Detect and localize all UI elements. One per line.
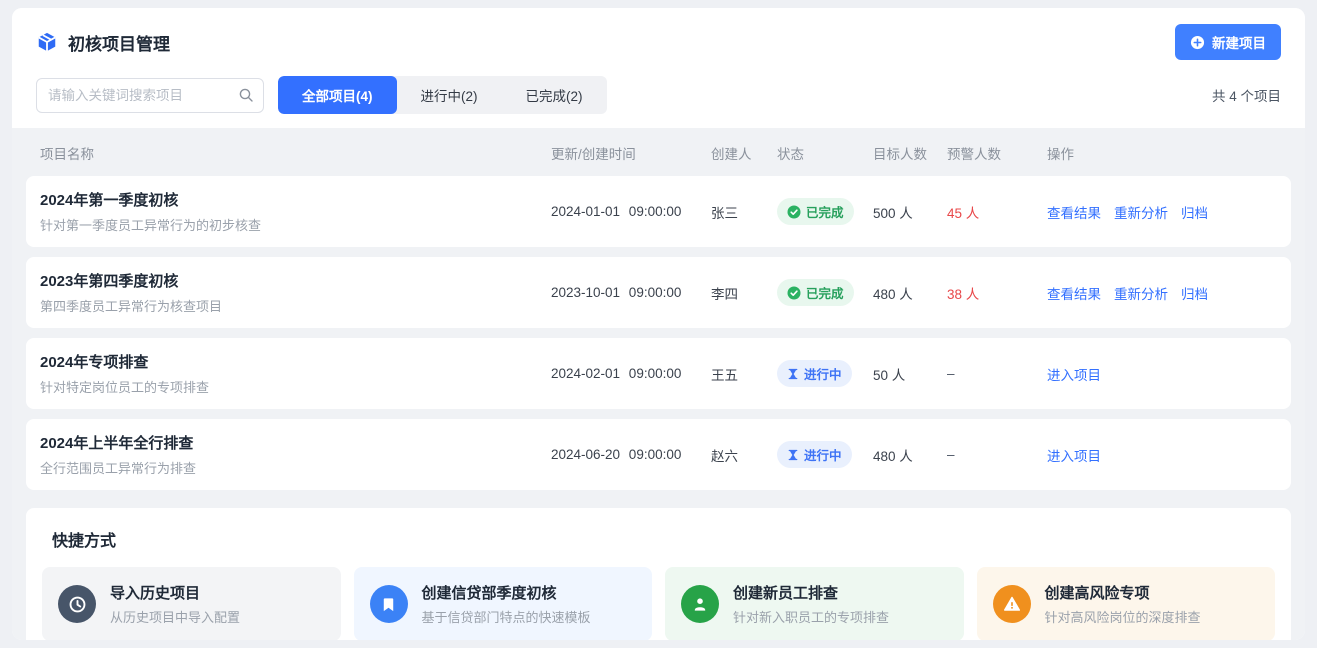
hourglass-icon [787, 449, 799, 461]
shortcut-high-risk-special[interactable]: 创建高风险专项 针对高风险岗位的深度排查 [977, 567, 1276, 640]
col-header-status: 状态 [777, 143, 873, 163]
tab-all-projects[interactable]: 全部项目(4) [278, 76, 397, 114]
project-creator: 王五 [711, 364, 777, 384]
enter-project-link[interactable]: 进入项目 [1047, 364, 1101, 384]
col-header-creator: 创建人 [711, 143, 777, 163]
project-time: 2024-06-20 09:00:00 [551, 447, 711, 462]
view-results-link[interactable]: 查看结果 [1047, 202, 1101, 222]
status-badge: 进行中 [777, 441, 852, 468]
search-box [36, 78, 264, 113]
total-project-count: 共 4 个项目 [1212, 85, 1281, 105]
shortcut-import-history[interactable]: 导入历史项目 从历史项目中导入配置 [42, 567, 341, 640]
project-creator: 张三 [711, 202, 777, 222]
target-count: 50 人 [873, 364, 947, 384]
table-header-row: 项目名称 更新/创建时间 创建人 状态 目标人数 预警人数 操作 [26, 128, 1291, 176]
shortcut-title: 创建新员工排查 [733, 582, 889, 603]
shortcuts-panel: 快捷方式 导入历史项目 从历史项目中导入配置 [26, 508, 1291, 640]
table-row: 2023年第四季度初核 第四季度员工异常行为核查项目 2023-10-01 09… [26, 257, 1291, 328]
warning-count: 45 人 [947, 202, 1047, 222]
search-input[interactable] [36, 78, 264, 113]
warning-icon [993, 585, 1031, 623]
project-name: 2023年第四季度初核 [40, 270, 551, 291]
plus-circle-icon [1190, 35, 1205, 50]
enter-project-link[interactable]: 进入项目 [1047, 445, 1101, 465]
col-header-time: 更新/创建时间 [551, 143, 711, 163]
warning-count: – [947, 447, 1047, 462]
project-desc: 全行范围员工异常行为排查 [40, 458, 551, 477]
shortcut-title: 创建高风险专项 [1045, 582, 1201, 603]
col-header-name: 项目名称 [40, 143, 551, 163]
status-badge: 已完成 [777, 198, 854, 225]
archive-link[interactable]: 归档 [1181, 283, 1208, 303]
col-header-target: 目标人数 [873, 143, 947, 163]
check-circle-icon [787, 205, 801, 219]
shortcut-desc: 针对新入职员工的专项排查 [733, 607, 889, 626]
col-header-actions: 操作 [1047, 143, 1277, 163]
reanalyze-link[interactable]: 重新分析 [1114, 283, 1168, 303]
main-panel: 初核项目管理 新建项目 全部项目(4) 进行中(2) [12, 8, 1305, 640]
shortcut-desc: 针对高风险岗位的深度排查 [1045, 607, 1201, 626]
cube-icon [36, 31, 58, 53]
project-time: 2023-10-01 09:00:00 [551, 285, 711, 300]
toolbar: 全部项目(4) 进行中(2) 已完成(2) 共 4 个项目 [12, 72, 1305, 128]
tab-in-progress[interactable]: 进行中(2) [397, 76, 502, 114]
project-desc: 针对特定岗位员工的专项排查 [40, 377, 551, 396]
warning-count: 38 人 [947, 283, 1047, 303]
archive-link[interactable]: 归档 [1181, 202, 1208, 222]
project-name: 2024年专项排查 [40, 351, 551, 372]
target-count: 480 人 [873, 445, 947, 465]
user-icon [681, 585, 719, 623]
tab-completed[interactable]: 已完成(2) [502, 76, 607, 114]
col-header-warning: 预警人数 [947, 143, 1047, 163]
shortcut-credit-dept-review[interactable]: 创建信贷部季度初核 基于信贷部门特点的快速模板 [354, 567, 653, 640]
target-count: 500 人 [873, 202, 947, 222]
warning-count: – [947, 366, 1047, 381]
bookmark-icon [370, 585, 408, 623]
table-row: 2024年上半年全行排查 全行范围员工异常行为排查 2024-06-20 09:… [26, 419, 1291, 490]
clock-icon [58, 585, 96, 623]
shortcut-desc: 基于信贷部门特点的快速模板 [422, 607, 591, 626]
project-name: 2024年上半年全行排查 [40, 432, 551, 453]
project-desc: 针对第一季度员工异常行为的初步核查 [40, 215, 551, 234]
project-time: 2024-01-01 09:00:00 [551, 204, 711, 219]
table-row: 2024年第一季度初核 针对第一季度员工异常行为的初步核查 2024-01-01… [26, 176, 1291, 247]
shortcut-title: 创建信贷部季度初核 [422, 582, 591, 603]
shortcut-new-employee-check[interactable]: 创建新员工排查 针对新入职员工的专项排查 [665, 567, 964, 640]
page-header: 初核项目管理 新建项目 [12, 8, 1305, 72]
hourglass-icon [787, 368, 799, 380]
project-time: 2024-02-01 09:00:00 [551, 366, 711, 381]
project-list-section: 项目名称 更新/创建时间 创建人 状态 目标人数 预警人数 操作 2024年第一… [12, 128, 1305, 640]
project-name: 2024年第一季度初核 [40, 189, 551, 210]
filter-tabs: 全部项目(4) 进行中(2) 已完成(2) [278, 76, 607, 114]
project-creator: 赵六 [711, 445, 777, 465]
page-title: 初核项目管理 [68, 30, 170, 55]
check-circle-icon [787, 286, 801, 300]
target-count: 480 人 [873, 283, 947, 303]
shortcuts-title: 快捷方式 [42, 527, 1275, 551]
status-badge: 进行中 [777, 360, 852, 387]
new-project-button[interactable]: 新建项目 [1175, 24, 1281, 60]
shortcut-desc: 从历史项目中导入配置 [110, 607, 240, 626]
search-icon [238, 87, 254, 108]
reanalyze-link[interactable]: 重新分析 [1114, 202, 1168, 222]
view-results-link[interactable]: 查看结果 [1047, 283, 1101, 303]
shortcut-title: 导入历史项目 [110, 582, 240, 603]
project-desc: 第四季度员工异常行为核查项目 [40, 296, 551, 315]
project-creator: 李四 [711, 283, 777, 303]
table-row: 2024年专项排查 针对特定岗位员工的专项排查 2024-02-01 09:00… [26, 338, 1291, 409]
status-badge: 已完成 [777, 279, 854, 306]
